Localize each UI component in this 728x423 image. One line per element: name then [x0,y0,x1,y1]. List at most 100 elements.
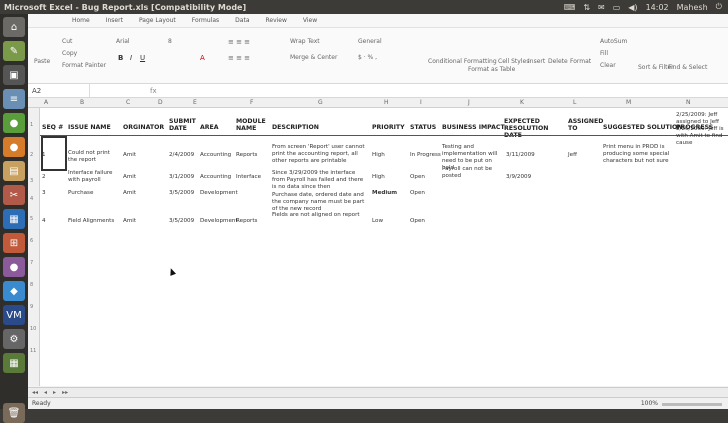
document-icon[interactable]: ▦ [3,209,25,229]
first-sheet-icon[interactable]: ◂◂ [32,389,38,396]
row4-submit-date[interactable]: 3/5/2009 [169,218,194,225]
font-size-select[interactable]: 8 [168,38,172,45]
row2-status[interactable]: Open [410,174,425,181]
volume-icon[interactable]: ◀) [628,3,637,12]
col-m[interactable]: M [626,99,631,106]
row3-issue-name[interactable]: Purchase [68,190,93,197]
col-b[interactable]: B [80,99,84,106]
autosum-button[interactable]: AutoSum [600,38,627,45]
tab-data[interactable]: Data [235,17,249,24]
row4-priority[interactable]: Low [372,218,383,225]
insert-cells-button[interactable]: Insert [528,58,545,65]
underline-button[interactable]: U [140,54,145,62]
battery-icon[interactable]: ▭ [613,3,621,12]
header-seq[interactable]: SEQ # [42,124,63,131]
tab-formulas[interactable]: Formulas [192,17,219,24]
header-assigned-to[interactable]: ASSIGNED TO [568,118,603,132]
files-icon[interactable]: ▤ [3,161,25,181]
power-icon[interactable]: ⏻ [716,2,722,12]
fill-button[interactable]: Fill [600,50,608,57]
app-green-icon[interactable]: ● [3,113,25,133]
header-description[interactable]: DESCRIPTION [272,124,319,131]
user-name[interactable]: Mahesh [677,3,708,12]
fx-icon[interactable]: fx [90,87,157,95]
format-painter-button[interactable]: Format Painter [62,62,106,69]
bold-button[interactable]: B [118,54,123,62]
pencil-icon[interactable]: ✎ [3,41,25,61]
row1-progress[interactable]: 2/25/2009: Jeff assigned to Jeff 2/26/20… [676,112,726,147]
number-format-select[interactable]: General [358,38,382,45]
row2-seq[interactable]: 2 [42,174,46,181]
name-box[interactable]: A2 [28,84,90,97]
row3-area[interactable]: Development [200,190,238,197]
row1-issue-name[interactable]: Could not print the report [68,150,120,164]
app-blue-icon[interactable]: ◆ [3,281,25,301]
col-h[interactable]: H [384,99,389,106]
delete-cells-button[interactable]: Delete [548,58,568,65]
header-module-name[interactable]: MODULE NAME [236,118,266,132]
header-area[interactable]: AREA [200,124,219,131]
row2-business-impact[interactable]: Payroll can not be posted [442,166,502,180]
row1-expected-resolution[interactable]: 3/11/2009 [506,152,535,159]
col-f[interactable]: F [250,99,253,106]
paste-button[interactable]: Paste [34,58,50,65]
row4-description[interactable]: Fields are not aligned on report [272,212,368,219]
row1-suggested-solution[interactable]: Print menu in PROD is producing some spe… [603,144,673,165]
header-status[interactable]: STATUS [410,124,436,131]
row1-priority[interactable]: High [372,152,385,159]
tab-insert[interactable]: Insert [106,17,123,24]
spreadsheet-icon[interactable]: ▦ [3,353,25,373]
find-select-button[interactable]: Find & Select [668,64,707,71]
cell-styles-button[interactable]: Cell Styles [498,58,529,65]
format-as-table-button[interactable]: Format as Table [468,66,515,73]
row4-area[interactable]: Development [200,218,238,225]
text-editor-icon[interactable]: ≡ [3,89,25,109]
header-priority[interactable]: PRIORITY [372,124,405,131]
col-g[interactable]: G [318,99,323,106]
next-sheet-icon[interactable]: ▸ [53,389,56,396]
zoom-level[interactable]: 100% [641,400,658,407]
row2-expected-resolution[interactable]: 3/9/2009 [506,174,531,181]
row4-status[interactable]: Open [410,218,425,225]
row2-submit-date[interactable]: 3/1/2009 [169,174,194,181]
row3-description[interactable]: Purchase date, ordered date and the comp… [272,192,368,213]
col-e[interactable]: E [193,99,197,106]
terminal-icon[interactable]: ▣ [3,65,25,85]
row4-originator[interactable]: Amit [123,218,136,225]
merge-center-button[interactable]: Merge & Center [290,54,337,61]
row2-module[interactable]: Interface [236,174,261,181]
header-business-impact[interactable]: BUSINESS IMPACT [442,124,505,131]
row2-area[interactable]: Accounting [200,174,231,181]
vm-icon[interactable]: VM [3,305,25,325]
row1-status[interactable]: In Progress [410,152,441,159]
align-left-icon[interactable]: ≡ ≡ ≡ [228,54,250,62]
last-sheet-icon[interactable]: ▸▸ [62,389,68,396]
row2-issue-name[interactable]: Interface failure with payroll [68,170,120,184]
row1-submit-date[interactable]: 2/4/2009 [169,152,194,159]
font-color-icon[interactable]: A [200,54,205,62]
store-icon[interactable]: ⊞ [3,233,25,253]
header-originator[interactable]: ORGINATOR [123,124,164,131]
wrap-text-button[interactable]: Wrap Text [290,38,320,45]
clear-button[interactable]: Clear [600,62,616,69]
copy-button[interactable]: Copy [62,50,77,57]
row1-seq[interactable]: 1 [42,152,46,159]
col-c[interactable]: C [126,99,130,106]
row4-issue-name[interactable]: Field Alignments [68,218,114,225]
tab-home[interactable]: Home [72,17,90,24]
row3-seq[interactable]: 3 [42,190,46,197]
row3-submit-date[interactable]: 3/5/2009 [169,190,194,197]
row2-description[interactable]: Since 3/29/2009 the interface from Payro… [272,170,368,191]
row3-priority[interactable]: Medium [372,190,397,197]
row2-originator[interactable]: Amit [123,174,136,181]
trash-icon[interactable]: 🗑 [3,403,25,423]
row1-assigned-to[interactable]: Jeff [568,152,577,159]
network-icon[interactable]: ⇅ [583,3,590,12]
home-icon[interactable]: ⌂ [3,17,25,37]
clock[interactable]: 14:02 [646,3,669,12]
col-d[interactable]: D [158,99,163,106]
conditional-formatting-button[interactable]: Conditional Formatting [428,58,497,65]
settings-icon[interactable]: ⚙ [3,329,25,349]
tools-icon[interactable]: ✂ [3,185,25,205]
format-cells-button[interactable]: Format [570,58,591,65]
